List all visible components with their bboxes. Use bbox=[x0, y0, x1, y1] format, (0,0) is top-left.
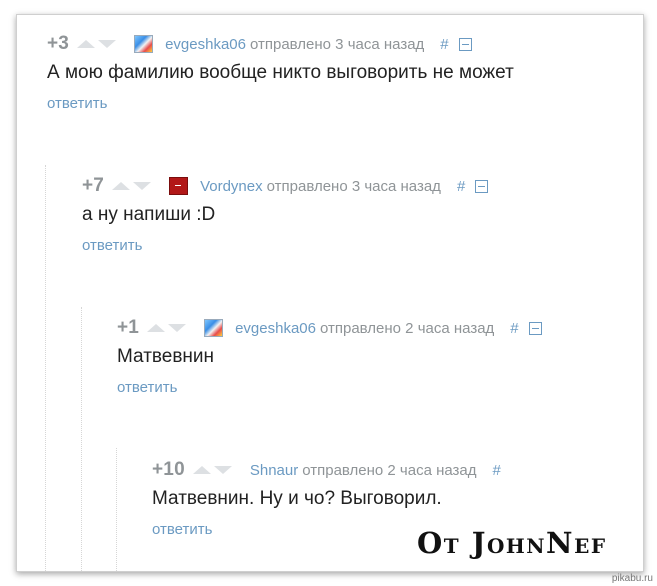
comment-rating: +10 bbox=[152, 459, 185, 480]
reply-link[interactable]: ответить bbox=[82, 237, 142, 254]
downvote-arrow-icon[interactable] bbox=[168, 324, 187, 332]
downvote-arrow-icon[interactable] bbox=[98, 40, 117, 48]
comment-meta: +10 Shnaur отправлено 2 часа назад # bbox=[152, 459, 501, 481]
comment-username[interactable]: Vordynex bbox=[200, 178, 263, 195]
comment-time: отправлено 3 часа назад bbox=[266, 177, 441, 195]
upvote-arrow-icon[interactable] bbox=[147, 324, 166, 332]
reply-link[interactable]: ответить bbox=[117, 379, 177, 396]
thread-line-level-1 bbox=[45, 165, 46, 571]
comment-time: отправлено 2 часа назад bbox=[319, 319, 495, 337]
comment-rating: +7 bbox=[82, 175, 105, 196]
downvote-arrow-icon[interactable] bbox=[213, 466, 232, 474]
comment-username[interactable]: evgeshka06 bbox=[165, 36, 246, 53]
pony-avatar-icon[interactable] bbox=[204, 319, 224, 337]
comment-time: отправлено 2 часа назад bbox=[302, 461, 477, 479]
thread-line-level-3 bbox=[116, 448, 117, 571]
reply-link[interactable]: ответить bbox=[152, 521, 212, 538]
comment-username[interactable]: Shnaur bbox=[250, 462, 298, 479]
collapse-icon[interactable] bbox=[528, 321, 542, 335]
comment-meta: +7 Vordynex отправлено 3 часа назад # bbox=[82, 175, 489, 197]
comment-permalink[interactable]: # bbox=[457, 178, 465, 195]
red-avatar-icon[interactable] bbox=[169, 177, 189, 195]
collapse-icon[interactable] bbox=[475, 179, 489, 193]
comment-text: А мою фамилию вообще никто выговорить не… bbox=[47, 62, 514, 83]
comment-time: отправлено 3 часа назад bbox=[249, 35, 425, 53]
reply-link[interactable]: ответить bbox=[47, 95, 107, 112]
upvote-arrow-icon[interactable] bbox=[192, 466, 211, 474]
downvote-arrow-icon[interactable] bbox=[133, 182, 152, 190]
comment-text: а ну напиши :D bbox=[82, 204, 216, 225]
upvote-arrow-icon[interactable] bbox=[77, 40, 96, 48]
comment-permalink[interactable]: # bbox=[440, 36, 448, 53]
upvote-arrow-icon[interactable] bbox=[112, 182, 131, 190]
comment-text: Матвевнин. Ну и чо? Выговорил. bbox=[152, 488, 442, 509]
comment-permalink[interactable]: # bbox=[510, 320, 518, 337]
comment-text: Матвевнин bbox=[117, 346, 215, 367]
comment-meta: +1 evgeshka06 отправлено 2 часа назад # bbox=[117, 317, 542, 339]
collapse-icon[interactable] bbox=[458, 37, 472, 51]
comment-rating: +3 bbox=[47, 33, 70, 54]
thread-line-level-2 bbox=[81, 307, 82, 571]
comment-rating: +1 bbox=[117, 317, 140, 338]
pony-avatar-icon[interactable] bbox=[134, 35, 154, 53]
comment-permalink[interactable]: # bbox=[493, 462, 501, 479]
comment-username[interactable]: evgeshka06 bbox=[235, 320, 316, 337]
comment-meta: +3 evgeshka06 отправлено 3 часа назад # bbox=[47, 33, 472, 55]
comment-thread-panel: +3 evgeshka06 отправлено 3 часа назад # … bbox=[16, 14, 644, 572]
site-watermark: pikabu.ru bbox=[611, 573, 653, 584]
author-watermark: От JohnNef bbox=[417, 526, 607, 560]
